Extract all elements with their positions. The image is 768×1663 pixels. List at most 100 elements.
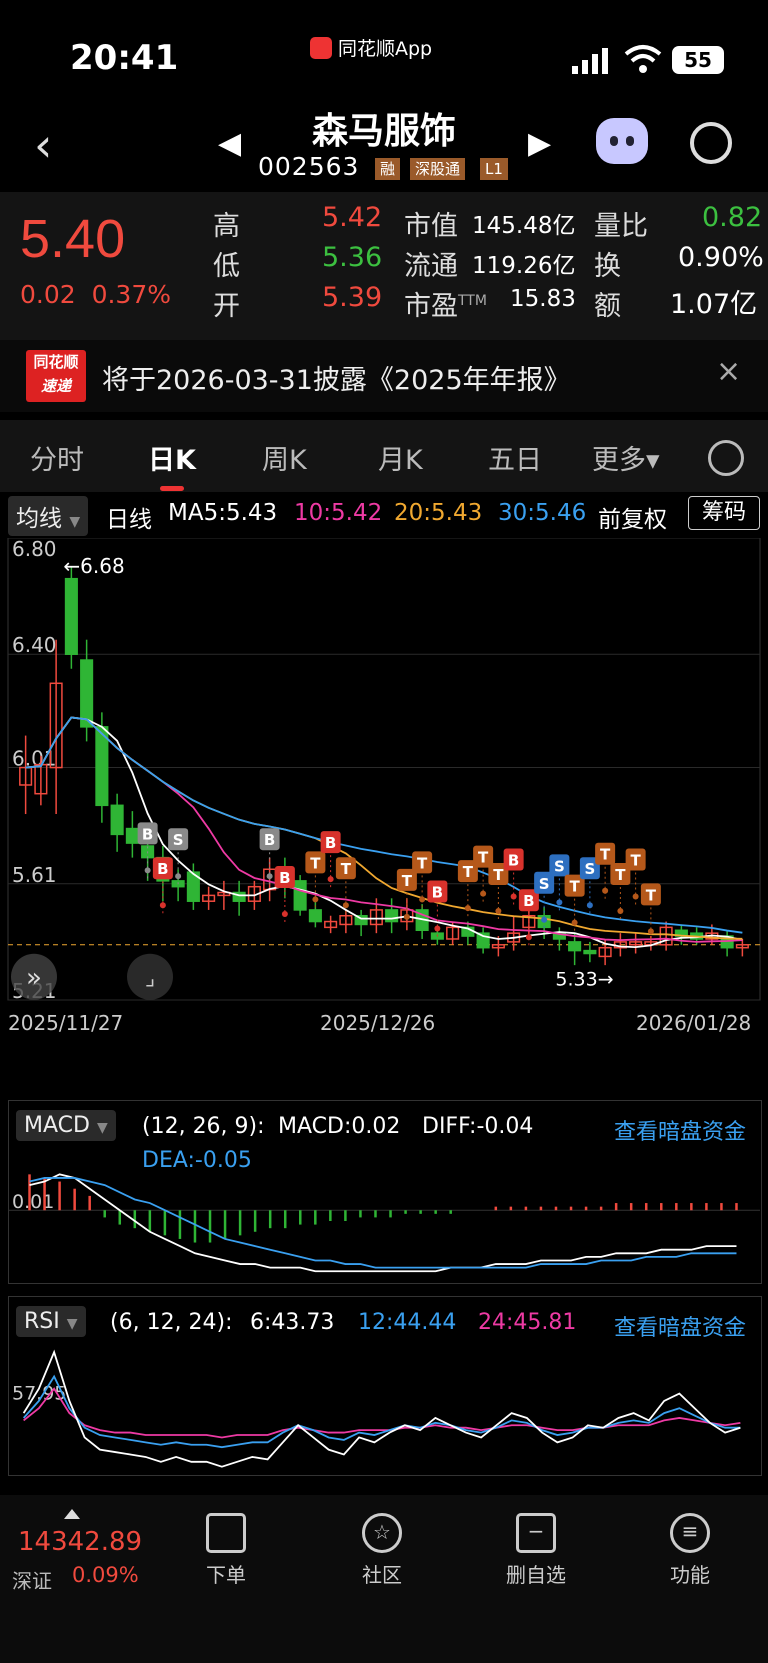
value-market-cap: 145.48亿 [472, 213, 576, 239]
signal-dot [617, 908, 624, 915]
signal-label: B [508, 852, 519, 870]
settings-gear-icon[interactable] [708, 440, 744, 476]
ma5-value: MA5:5.43 [168, 500, 278, 526]
label-low: 低 [213, 251, 240, 282]
signal-label: T [417, 854, 428, 872]
rsi-selector[interactable]: RSI ▼ [16, 1306, 86, 1337]
value-low: 5.36 [322, 242, 383, 273]
next-stock-icon[interactable]: ▶ [528, 126, 551, 161]
macd-chart: 0.01 [8, 1173, 760, 1273]
ma30-line [25, 716, 743, 934]
tab-more[interactable]: 更多▾ [592, 438, 660, 477]
signal-dot [495, 908, 502, 915]
index-value[interactable]: 14342.89 [18, 1527, 142, 1557]
app-logo-icon [310, 36, 332, 59]
y-axis-label: 6.80 [12, 538, 57, 561]
ma20-value: 20:5.43 [394, 500, 483, 526]
signal-label: S [539, 875, 550, 893]
bottom-toolbar: 14342.89 深证 0.09% 下单 ☆ 社区 − 删自选 ≡ 功能 [0, 1495, 768, 1663]
tag-level: L1 [480, 158, 508, 180]
order-button[interactable]: 下单 [176, 1513, 276, 1588]
last-price: 5.40 [20, 209, 126, 269]
battery-icon: 55 [672, 46, 724, 74]
assistant-robot-icon[interactable] [596, 118, 648, 164]
close-icon[interactable]: × [716, 354, 741, 389]
signal-dot [602, 887, 609, 894]
signal-dot [403, 913, 410, 920]
x-date-label: 2025/12/26 [320, 1011, 435, 1035]
minus-box-icon: − [516, 1513, 556, 1553]
candle-body [583, 949, 597, 955]
news-logo: 同花顺 速递 [26, 350, 86, 402]
value-float: 119.26亿 [472, 253, 576, 279]
tab-daily-k[interactable]: 日K [148, 438, 196, 477]
value-volume-ratio: 0.82 [702, 202, 763, 233]
signal-label: B [279, 869, 290, 887]
news-banner[interactable]: 同花顺 速递 将于2026-03-31披露《2025年年报》 × [0, 340, 768, 412]
rsi6-line [22, 1349, 741, 1468]
index-pct: 0.09% [72, 1563, 139, 1587]
wifi-icon [624, 44, 662, 78]
signal-label: S [173, 831, 184, 849]
chips-button[interactable]: 筹码 [688, 496, 760, 530]
signal-dot [556, 899, 563, 906]
value-high: 5.42 [322, 202, 383, 233]
signal-dot [159, 902, 166, 909]
signal-label: T [631, 852, 642, 870]
expand-arrows-icon: » [26, 963, 42, 993]
value-pe: 15.83 [510, 286, 576, 312]
label-amount: 额 [594, 291, 621, 322]
active-tab-indicator [160, 486, 184, 491]
candle-body [568, 941, 582, 952]
search-icon[interactable] [690, 122, 732, 164]
index-up-arrow-icon [64, 1509, 80, 1519]
macd-params: (12, 26, 9): [142, 1114, 265, 1139]
quote-panel: 5.40 0.02 0.37% 高 5.42 低 5.36 开 5.39 市值 … [0, 192, 768, 340]
stock-code: 002563 [258, 152, 360, 181]
y-axis-label: 6.40 [12, 633, 57, 657]
functions-button[interactable]: ≡ 功能 [640, 1513, 740, 1588]
macd-y-label: 0.01 [12, 1191, 54, 1213]
menu-icon: ≡ [670, 1513, 710, 1553]
value-turnover: 0.90% [678, 242, 764, 273]
community-button[interactable]: ☆ 社区 [332, 1513, 432, 1588]
signal-label: T [615, 866, 626, 884]
news-text: 将于2026-03-31披露《2025年年报》 [102, 365, 571, 396]
x-date-label: 2026/01/28 [636, 1011, 751, 1035]
signal-dot [281, 910, 288, 917]
adjust-label[interactable]: 前复权 [598, 500, 667, 534]
fullscreen-icon: ⌟ [145, 966, 155, 991]
tab-five-day[interactable]: 五日 [488, 438, 542, 477]
remove-watchlist-button[interactable]: − 删自选 [486, 1513, 586, 1588]
signal-label: T [646, 886, 657, 904]
signal-icon [572, 48, 612, 78]
rsi-chart: 57.95 [12, 1349, 741, 1468]
tag-connect: 深股通 [410, 158, 466, 180]
dark-pool-link[interactable]: 查看暗盘资金 [614, 1114, 746, 1146]
y-axis-label: 5.61 [12, 863, 57, 887]
ma-selector[interactable]: 均线 ▼ [8, 496, 89, 536]
tab-intraday[interactable]: 分时 [30, 438, 84, 477]
price-change: 0.02 0.37% [20, 280, 171, 309]
signal-label: B [157, 860, 168, 878]
tab-monthly-k[interactable]: 月K [378, 438, 423, 477]
signal-label: T [341, 860, 352, 878]
macd-selector[interactable]: MACD ▼ [16, 1110, 116, 1141]
stock-name: 森马服饰 [311, 111, 456, 152]
tab-weekly-k[interactable]: 周K [262, 438, 307, 477]
signal-dot [571, 919, 578, 926]
label-pe: 市盈TTM [404, 291, 487, 322]
signal-dot [175, 873, 182, 880]
candle-body [80, 659, 94, 728]
community-star-icon: ☆ [362, 1513, 402, 1553]
period-label: 日线 [106, 507, 152, 533]
rsi-dark-pool-link[interactable]: 查看暗盘资金 [614, 1310, 746, 1342]
x-date-label: 2025/11/27 [8, 1011, 123, 1035]
rsi12-value: 12:44.44 [358, 1310, 457, 1335]
tag-margin: 融 [375, 158, 401, 180]
app-indicator: 同花顺App [310, 34, 432, 61]
kline-chart[interactable]: 6.806.406.015.615.21BBSBBTBTTTBTTTBBSSTS… [0, 538, 768, 1068]
signal-label: B [432, 883, 443, 901]
signal-dot [647, 928, 654, 935]
status-bar: 20:41 同花顺App 55 [0, 0, 768, 110]
